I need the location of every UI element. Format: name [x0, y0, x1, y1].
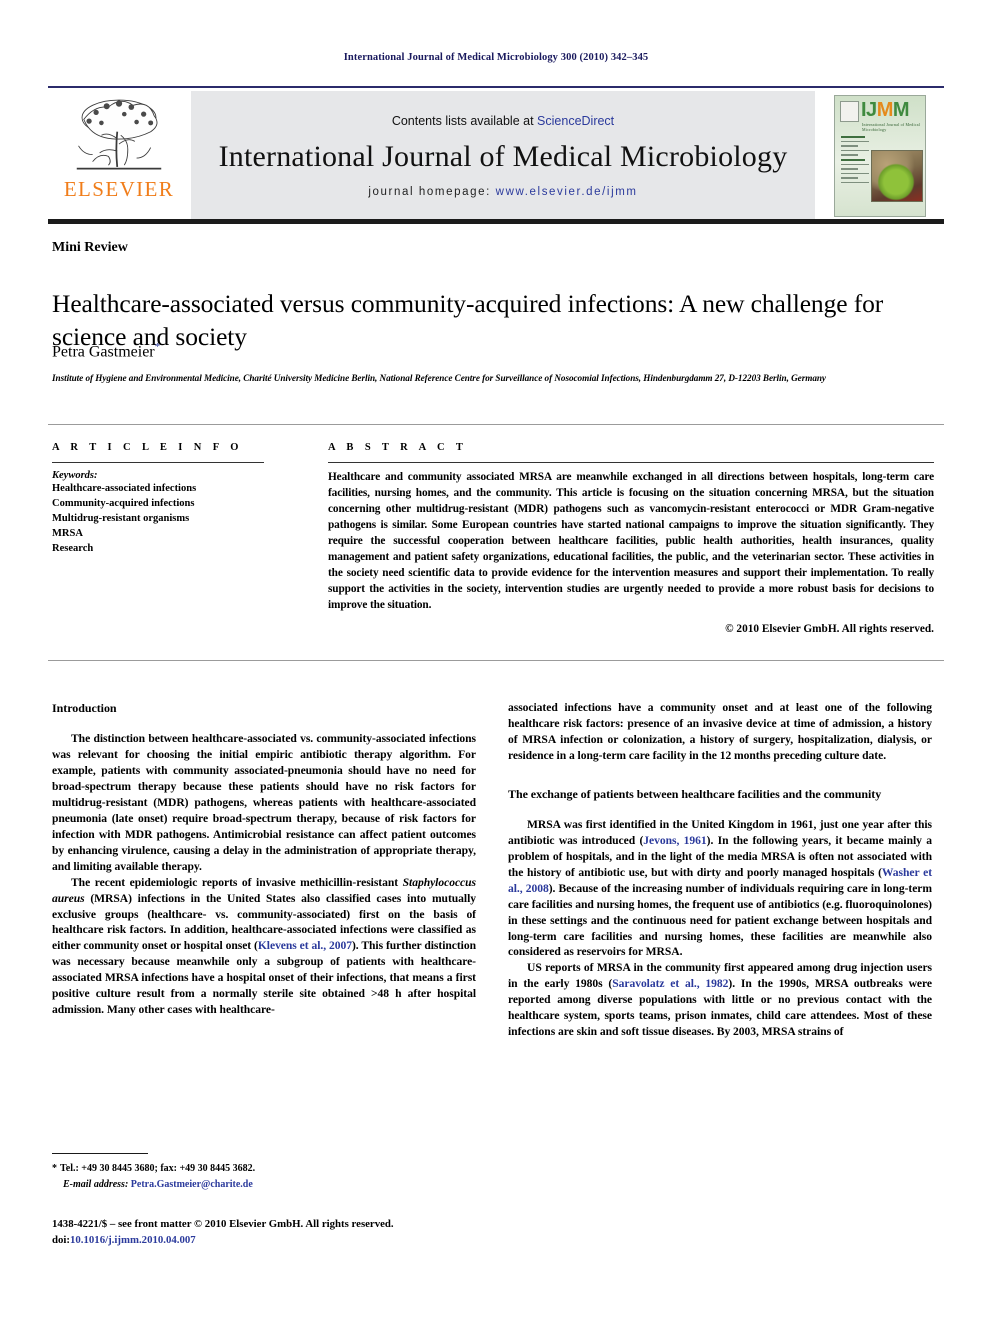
section-heading-exchange: The exchange of patients between healthc…	[508, 786, 882, 801]
band-bottom-rule	[48, 660, 944, 661]
cover-acronym: IJMM	[861, 98, 910, 121]
running-head: International Journal of Medical Microbi…	[343, 52, 649, 63]
keyword-item: Healthcare-associated infections	[52, 483, 197, 494]
body-paragraph-continued: associated infections have a community o…	[508, 701, 932, 762]
masthead-inner: ELSEVIER Contents lists available at Sci…	[48, 91, 944, 220]
keyword-item: Community-acquired infections	[52, 497, 195, 509]
publisher-logo-block: ELSEVIER	[48, 91, 190, 220]
paper-page: International Journal of Medical Microbi…	[0, 0, 992, 1323]
body-paragraph: US reports of MRSA in the community firs…	[508, 960, 932, 1040]
body-paragraph: The distinction between healthcare-assoc…	[52, 732, 476, 873]
journal-title: International Journal of Medical Microbi…	[218, 139, 788, 173]
elsevier-tree-icon	[76, 99, 162, 170]
doi-line: doi:10.1016/j.ijmm.2010.04.007	[52, 1232, 482, 1248]
elsevier-wordmark: ELSEVIER	[63, 177, 175, 201]
masthead-bottom-rule	[48, 219, 944, 224]
footnote-contact-line: * Tel.: +49 30 8445 3680; fax: +49 30 844…	[52, 1161, 472, 1177]
contents-available-line: Contents lists available at ScienceDirec…	[392, 114, 614, 128]
citation-link[interactable]: Saravolatz et al., 1982	[612, 977, 728, 990]
article-type-label: Mini Review	[52, 240, 128, 255]
band-top-rule	[48, 424, 944, 425]
abstract-copyright: © 2010 Elsevier GmbH. All rights reserve…	[725, 622, 934, 635]
journal-cover-thumbnail: IJMM International Journal of Medical Mi…	[834, 94, 926, 217]
citation-link[interactable]: Klevens et al., 2007	[258, 939, 352, 952]
section-heading-introduction: Introduction	[52, 701, 117, 715]
author-affiliation: Institute of Hygiene and Environmental M…	[52, 373, 826, 383]
footnote-contact: Tel.: +49 30 8445 3680; fax: +49 30 8445…	[60, 1163, 256, 1174]
cover-micrograph-image	[871, 149, 923, 202]
footnote-marker: *	[52, 1163, 57, 1174]
email-label: E-mail address:	[63, 1178, 129, 1190]
keywords-label: Keywords:	[52, 470, 98, 481]
cover-subtitle: International Journal of Medical Microbi…	[862, 121, 921, 132]
cover-acronym-m2: M	[892, 98, 910, 121]
para-text-c: ). Because of the increasing number of i…	[508, 881, 932, 959]
abstract-column: A B S T R A C T Healthcare and community…	[328, 442, 934, 635]
contents-prefix: Contents lists available at	[391, 113, 534, 128]
keyword-item: MRSA	[52, 527, 83, 539]
body-column-right: associated infections have a community o…	[508, 700, 932, 1040]
footnote-block: * Tel.: +49 30 8445 3680; fax: +49 30 844…	[52, 1161, 472, 1192]
article-info-column: A R T I C L E I N F O Keywords: Healthca…	[52, 442, 280, 557]
article-info-heading: A R T I C L E I N F O	[52, 442, 243, 453]
keywords-list: Healthcare-associated infections Communi…	[52, 482, 280, 557]
journal-cover-block: IJMM International Journal of Medical Mi…	[816, 91, 944, 220]
body-column-left: Introduction The distinction between hea…	[52, 700, 476, 1018]
homepage-url-link[interactable]: www.elsevier.de/ijmm	[496, 186, 638, 198]
body-paragraph: MRSA was first identified in the United …	[508, 817, 932, 960]
body-paragraph: The recent epidemiologic reports of inva…	[52, 875, 476, 1018]
cover-toc-lines	[841, 135, 869, 187]
homepage-label: journal homepage:	[368, 185, 491, 198]
email-link[interactable]: Petra.Gastmeier@charite.de	[131, 1179, 253, 1190]
keyword-item: Research	[52, 542, 94, 554]
footnote-separator-rule	[52, 1153, 148, 1154]
citation-link[interactable]: Jevons, 1961	[643, 834, 706, 847]
cover-acronym-ij: IJ	[861, 98, 877, 121]
page-title: Healthcare-associated versus community-a…	[52, 289, 884, 352]
author-label: Petra Gastmeier	[52, 343, 155, 361]
issn-line: 1438-4221/$ – see front matter © 2010 El…	[52, 1218, 394, 1230]
abstract-rule	[328, 462, 934, 463]
cover-footer-text	[843, 208, 844, 212]
article-info-rule	[52, 462, 264, 463]
journal-homepage-line: journal homepage: www.elsevier.de/ijmm	[368, 186, 637, 198]
doi-link[interactable]: 10.1016/j.ijmm.2010.04.007	[70, 1234, 196, 1246]
cover-publisher-badge	[840, 100, 859, 122]
author-footnote-marker[interactable]: *	[155, 341, 161, 353]
masthead-center: Contents lists available at ScienceDirec…	[190, 91, 816, 220]
abstract-text: Healthcare and community associated MRSA…	[328, 471, 934, 611]
journal-masthead: ELSEVIER Contents lists available at Sci…	[48, 86, 944, 220]
author-name: Petra Gastmeier*	[52, 341, 160, 361]
sciencedirect-link[interactable]: ScienceDirect	[537, 114, 614, 128]
cover-acronym-m1: M	[876, 98, 894, 121]
keyword-item: Multidrug-resistant organisms	[52, 512, 190, 524]
footnote-email-line: E-mail address: Petra.Gastmeier@charite.…	[52, 1177, 472, 1193]
abstract-heading: A B S T R A C T	[328, 442, 468, 453]
imprint-block: 1438-4221/$ – see front matter © 2010 El…	[52, 1216, 482, 1248]
para-text-a: The recent epidemiologic reports of inva…	[71, 875, 403, 889]
doi-label: doi:	[52, 1234, 70, 1247]
